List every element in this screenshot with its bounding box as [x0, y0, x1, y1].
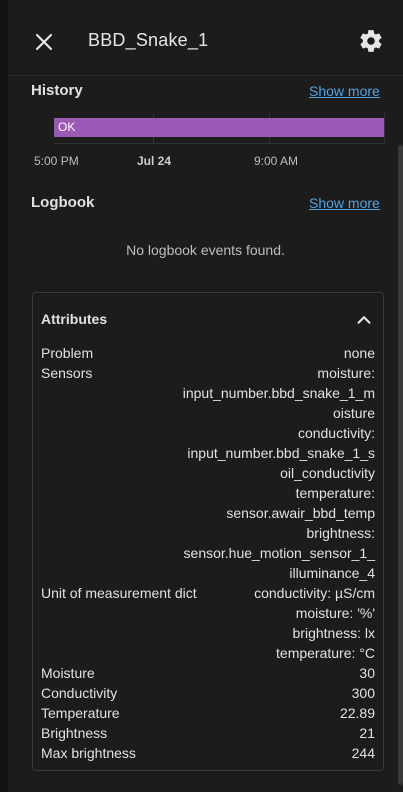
gear-icon — [360, 30, 382, 52]
attribute-key: Unit of measurement dict — [41, 585, 197, 601]
attribute-key: Sensors — [41, 365, 93, 381]
timeline-axis — [54, 143, 384, 144]
attribute-value: 30 — [359, 665, 375, 681]
settings-button[interactable] — [358, 28, 384, 54]
scrollbar[interactable] — [398, 145, 403, 785]
timeline-tick-label: 9:00 AM — [254, 154, 299, 168]
close-button[interactable] — [32, 30, 56, 54]
close-icon — [35, 33, 53, 51]
chevron-up-icon — [357, 316, 371, 324]
attribute-value: moisture: input_number.bbd_snake_1_m ois… — [182, 365, 375, 581]
timeline-tick-label: 5:00 PM — [34, 154, 79, 168]
attribute-value: conductivity: µS/cm moisture: '%' bright… — [254, 585, 375, 661]
attribute-value: 300 — [351, 685, 375, 701]
attributes-panel: Attributes Problem none Sensors moisture… — [32, 292, 384, 771]
attribute-key: Brightness — [41, 725, 108, 741]
attribute-value: 22.89 — [339, 705, 375, 721]
logbook-title: Logbook — [31, 194, 95, 211]
attribute-value: 21 — [359, 725, 375, 741]
dialog-title: BBD_Snake_1 — [88, 30, 209, 50]
attributes-title[interactable]: Attributes — [41, 311, 107, 327]
history-show-more-link[interactable]: Show more — [309, 83, 380, 99]
history-state-label: OK — [58, 120, 76, 134]
attribute-key: Max brightness — [41, 745, 136, 761]
attribute-value: 244 — [351, 745, 375, 761]
attribute-key: Conductivity — [41, 685, 118, 701]
attribute-key: Problem — [41, 345, 94, 361]
attribute-key: Temperature — [41, 705, 120, 721]
timeline-gridline — [384, 113, 385, 143]
dialog-header: BBD_Snake_1 — [8, 0, 403, 76]
timeline-tick-label: Jul 24 — [137, 154, 172, 168]
history-state-bar[interactable]: OK — [54, 118, 384, 137]
attribute-value: none — [343, 345, 375, 361]
history-title: History — [31, 82, 83, 99]
logbook-empty-text: No logbook events found. — [126, 242, 285, 258]
collapse-button[interactable] — [353, 309, 375, 331]
logbook-show-more-link[interactable]: Show more — [309, 195, 380, 211]
more-info-dialog: BBD_Snake_1 History Show more OK 5:00 PM… — [8, 0, 403, 792]
attribute-key: Moisture — [41, 665, 95, 681]
